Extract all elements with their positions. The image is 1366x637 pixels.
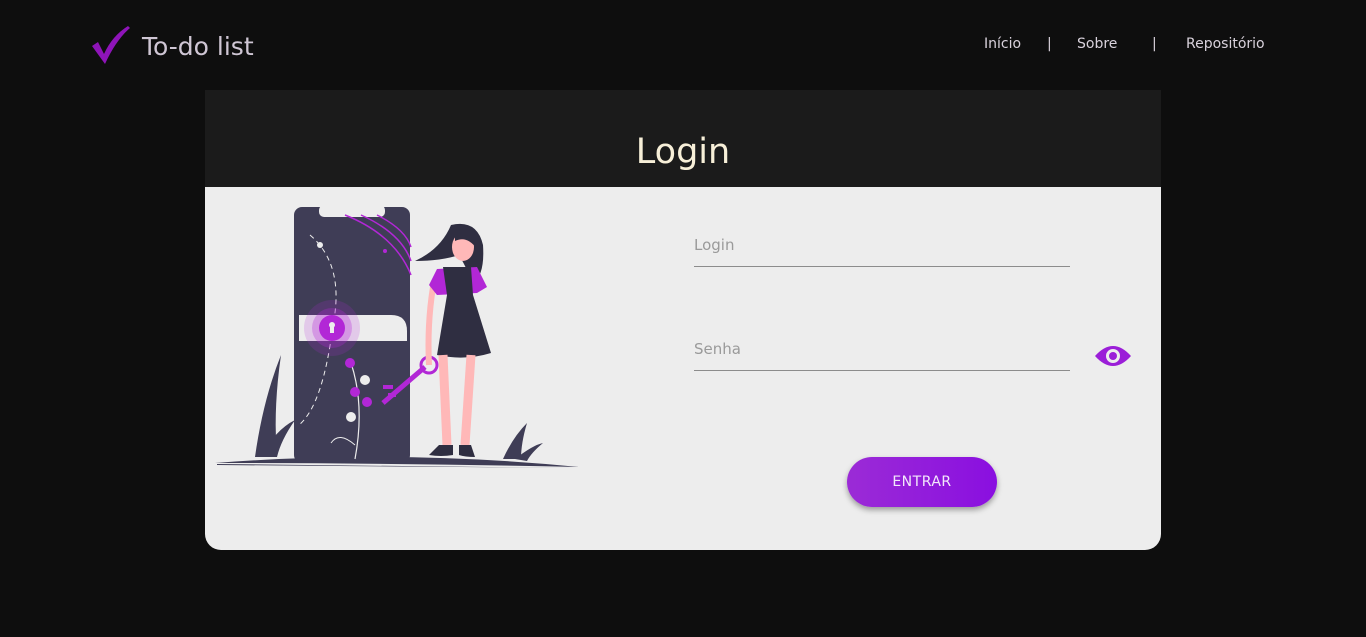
- nav-link-sobre[interactable]: Sobre: [1077, 36, 1117, 52]
- password-input[interactable]: [694, 340, 1070, 371]
- submit-button[interactable]: ENTRAR: [847, 457, 997, 507]
- nav-link-inicio[interactable]: Início: [984, 36, 1021, 52]
- login-illustration: [215, 205, 585, 479]
- main-nav: Início | Sobre | Repositório: [0, 36, 1366, 54]
- login-field: [694, 236, 1070, 267]
- top-bar: To-do list Início | Sobre | Repositório: [0, 0, 1366, 90]
- nav-separator: |: [1152, 36, 1157, 52]
- login-input[interactable]: [694, 236, 1070, 267]
- eye-icon[interactable]: [1094, 342, 1132, 374]
- password-field: [694, 340, 1070, 371]
- login-card-header: Login: [205, 90, 1161, 187]
- page-title: Login: [635, 132, 731, 172]
- nav-separator: |: [1047, 36, 1052, 52]
- login-card: Login Login ENTRAR: [205, 90, 1161, 550]
- nav-link-repositorio[interactable]: Repositório: [1186, 36, 1265, 52]
